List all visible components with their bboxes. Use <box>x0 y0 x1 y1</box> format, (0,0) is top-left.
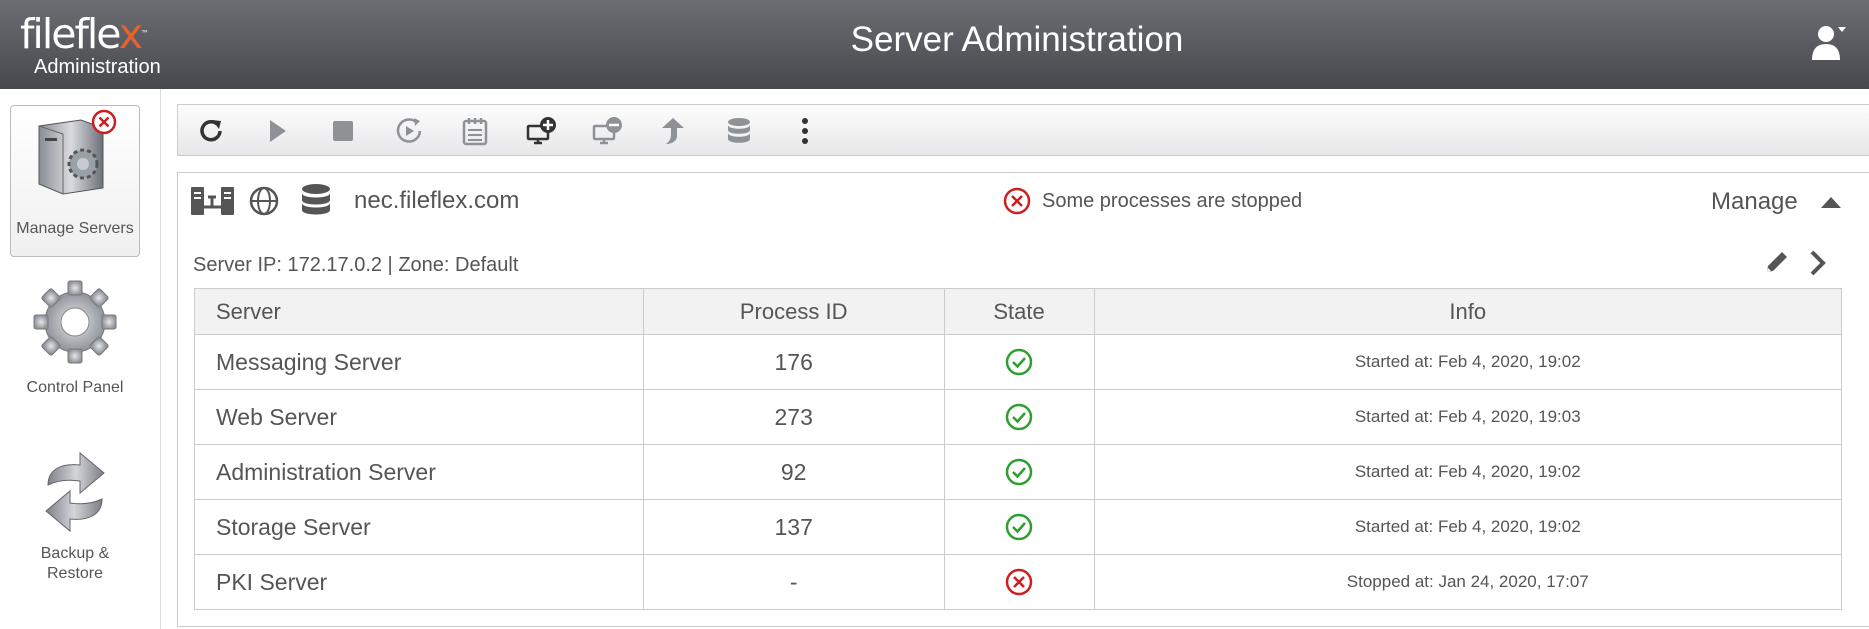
process-id-cell: 273 <box>642 389 945 445</box>
server-name-cell: Messaging Server <box>194 334 644 390</box>
info-cell: Started at: Feb 4, 2020, 19:02 <box>1093 334 1843 390</box>
column-header-process-id[interactable]: Process ID <box>642 288 945 335</box>
server-name-cell: Administration Server <box>194 444 644 500</box>
stopped-x-icon <box>1005 568 1033 596</box>
caret-up-icon[interactable] <box>1820 195 1842 209</box>
server-panel: nec.fileflex.com Some processes are stop… <box>177 172 1869 627</box>
info-cell: Started at: Feb 4, 2020, 19:03 <box>1093 389 1843 445</box>
server-hostname: nec.fileflex.com <box>354 187 520 214</box>
table-header-row: Server Process ID State Info <box>194 288 1843 335</box>
table-row[interactable]: Messaging Server 176 Started at: Feb 4, 20… <box>194 334 1843 390</box>
running-check-icon <box>1005 403 1033 431</box>
column-header-state[interactable]: State <box>943 288 1095 335</box>
info-cell: Stopped at: Jan 24, 2020, 17:07 <box>1093 554 1843 610</box>
more-icon[interactable] <box>790 116 820 146</box>
error-badge-icon <box>91 109 117 135</box>
server-name-cell: PKI Server <box>194 554 644 610</box>
add-server-icon[interactable] <box>526 116 556 146</box>
server-name-cell: Web Server <box>194 389 644 445</box>
info-cell: Started at: Feb 4, 2020, 19:02 <box>1093 444 1843 500</box>
database-icon <box>302 184 330 215</box>
state-cell <box>943 554 1095 610</box>
edit-pencil-icon[interactable] <box>1764 249 1790 275</box>
running-check-icon <box>1005 513 1033 541</box>
process-id-cell: 137 <box>642 499 945 555</box>
server-cluster-icon <box>191 187 234 215</box>
running-check-icon <box>1005 348 1033 376</box>
sync-arrows-icon <box>45 451 105 533</box>
server-status-message: Some processes are stopped <box>1042 190 1303 212</box>
sidebar-item-label: Control Panel <box>26 379 124 396</box>
app-header: fileflex™ Administration Server Administ… <box>0 0 1869 89</box>
state-cell <box>943 334 1095 390</box>
refresh-icon[interactable] <box>196 116 226 146</box>
table-row[interactable]: PKI Server - Stopped at: Jan 24, 2020, 17:… <box>194 554 1843 610</box>
sidebar-item-label-line2: Restore <box>46 565 104 582</box>
table-row[interactable]: Web Server 273 Started at: Feb 4, 2020, 19… <box>194 389 1843 445</box>
sidebar-item-control-panel[interactable]: Control Panel <box>10 279 140 399</box>
process-id-cell: - <box>642 554 945 610</box>
globe-icon <box>249 186 279 216</box>
state-cell <box>943 389 1095 445</box>
schedule-icon[interactable] <box>460 116 490 146</box>
process-id-cell: 176 <box>642 334 945 390</box>
restart-icon[interactable] <box>394 116 424 146</box>
sidebar-item-backup-restore[interactable]: Backup & Restore <box>10 449 140 589</box>
stop-icon[interactable] <box>328 116 358 146</box>
server-name-cell: Storage Server <box>194 499 644 555</box>
play-icon[interactable] <box>262 116 292 146</box>
upgrade-icon[interactable] <box>658 116 688 146</box>
table-row[interactable]: Storage Server 137 Started at: Feb 4, 2020… <box>194 499 1843 555</box>
chevron-right-icon[interactable] <box>1808 249 1828 277</box>
table-row[interactable]: Administration Server 92 Started at: Feb 4… <box>194 444 1843 500</box>
process-id-cell: 92 <box>642 444 945 500</box>
gear-icon <box>33 280 117 364</box>
error-icon <box>1003 187 1031 215</box>
page-title: Server Administration <box>850 20 1184 59</box>
sidebar-item-label: Backup & <box>40 545 110 562</box>
sidebar-item-label: Manage Servers <box>16 220 134 237</box>
state-cell <box>943 499 1095 555</box>
remove-server-icon[interactable] <box>592 116 622 146</box>
server-ip-zone: Server IP: 172.17.0.2 | Zone: Default <box>193 254 519 276</box>
sidebar-item-manage-servers[interactable]: Manage Servers <box>10 105 140 257</box>
user-menu-icon[interactable] <box>1812 24 1846 62</box>
column-header-info[interactable]: Info <box>1093 288 1843 335</box>
toolbar <box>177 104 1869 156</box>
info-cell: Started at: Feb 4, 2020, 19:02 <box>1093 499 1843 555</box>
sidebar: Manage Servers Control Panel Backup & Re… <box>0 89 161 629</box>
process-table: Server Process ID State Info Messaging S… <box>194 288 1843 610</box>
column-header-server[interactable]: Server <box>194 288 644 335</box>
running-check-icon <box>1005 458 1033 486</box>
state-cell <box>943 444 1095 500</box>
manage-toggle[interactable]: Manage <box>1711 188 1798 216</box>
database-icon[interactable] <box>724 116 754 146</box>
